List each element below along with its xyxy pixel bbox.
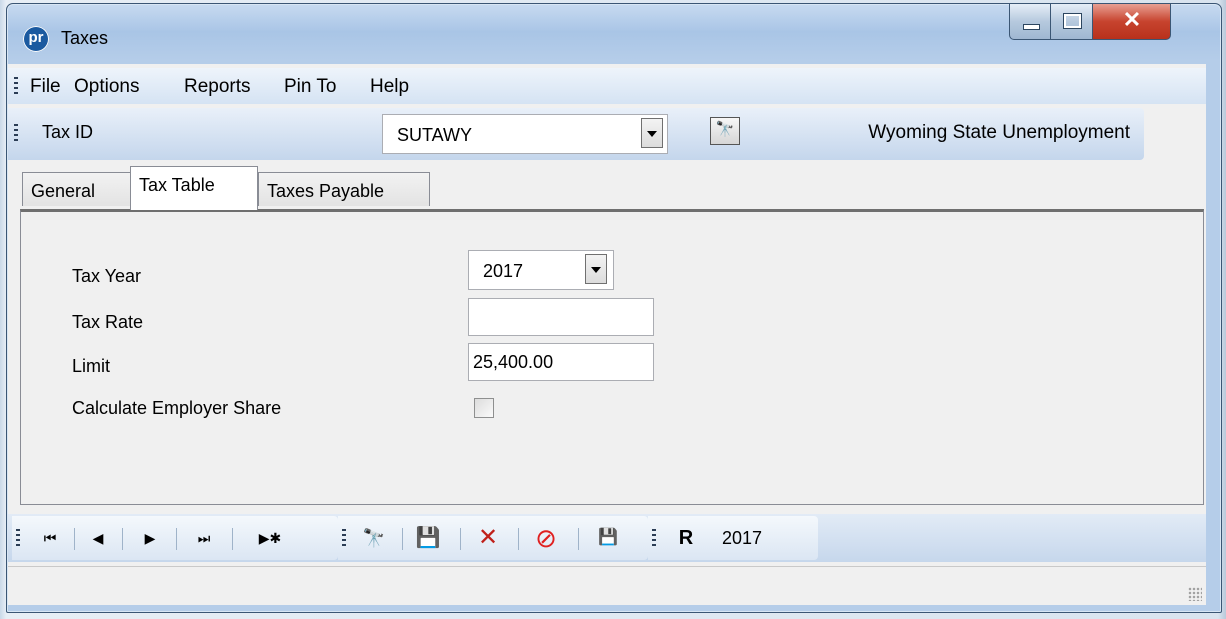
tab-taxes-payable[interactable]: Taxes Payable: [258, 172, 430, 206]
separator: [402, 528, 403, 550]
menu-reports[interactable]: Reports: [184, 76, 251, 98]
status-bar: [8, 566, 1206, 605]
menu-file[interactable]: File: [30, 76, 61, 98]
year-display: 2017: [721, 528, 763, 548]
tax-year-value: 2017: [483, 261, 524, 281]
tax-year-label: Tax Year: [72, 266, 142, 286]
cancel-icon[interactable]: ⊘: [526, 516, 566, 560]
close-icon: ✕: [1122, 7, 1142, 32]
save-icon[interactable]: 💾: [408, 516, 448, 560]
resize-grip-icon[interactable]: [1188, 587, 1202, 601]
last-record-icon[interactable]: ⏭: [184, 516, 224, 560]
tax-rate-label: Tax Rate: [72, 312, 144, 332]
minimize-icon: [1023, 24, 1040, 30]
toolbar-grip-icon[interactable]: [652, 529, 656, 547]
report-year-group: R 2017: [648, 516, 818, 560]
menu-bar: File Options Reports Pin To Help: [8, 68, 1206, 104]
tab-tax-table[interactable]: Tax Table: [130, 166, 258, 210]
previous-record-icon[interactable]: ◀: [78, 516, 118, 560]
next-record-icon[interactable]: ▶: [130, 516, 170, 560]
navigation-toolbar: ⏮ ◀ ▶ ⏭ ▶✱ 🔭 💾 ✕ ⊘ 💾 R 2017: [8, 514, 1206, 562]
employer-share-label: Calculate Employer Share: [72, 398, 282, 418]
menu-help[interactable]: Help: [370, 76, 409, 98]
menu-options[interactable]: Options: [74, 76, 139, 98]
limit-field[interactable]: 25,400.00: [468, 343, 654, 381]
binoculars-search-icon[interactable]: 🔭: [354, 516, 394, 560]
save-and-new-icon[interactable]: 💾: [586, 516, 630, 560]
app-logo-icon: pr: [23, 26, 49, 52]
maximize-icon: [1063, 13, 1082, 29]
report-icon[interactable]: R: [666, 516, 706, 560]
chevron-down-icon[interactable]: [585, 254, 607, 284]
first-record-icon[interactable]: ⏮: [30, 516, 70, 560]
delete-icon[interactable]: ✕: [468, 516, 508, 560]
close-button[interactable]: ✕: [1093, 4, 1171, 40]
separator: [518, 528, 519, 550]
title-bar[interactable]: pr Taxes ✕: [7, 4, 1221, 62]
tab-general[interactable]: General: [22, 172, 132, 206]
record-nav-group: ⏮ ◀ ▶ ⏭ ▶✱: [12, 516, 338, 560]
separator: [578, 528, 579, 550]
new-record-icon[interactable]: ▶✱: [240, 516, 300, 560]
maximize-button[interactable]: [1051, 4, 1093, 40]
menu-grip-icon[interactable]: [14, 77, 18, 95]
employer-share-checkbox[interactable]: [474, 398, 494, 418]
separator: [176, 528, 177, 550]
record-action-group: 🔭 💾 ✕ ⊘ 💾: [338, 516, 648, 560]
tax-rate-field[interactable]: [468, 298, 654, 336]
separator: [460, 528, 461, 550]
window-title: Taxes: [61, 28, 109, 48]
toolbar-grip-icon[interactable]: [16, 529, 20, 547]
limit-label: Limit: [72, 356, 111, 376]
toolbar-grip-icon[interactable]: [342, 529, 346, 547]
minimize-button[interactable]: [1009, 4, 1051, 40]
menu-pin-to[interactable]: Pin To: [284, 76, 336, 98]
separator: [232, 528, 233, 550]
tax-year-combo[interactable]: 2017: [468, 250, 614, 290]
separator: [122, 528, 123, 550]
tax-id-bar: Tax ID SUTAWY 🔭 Wyoming State Unemployme…: [8, 108, 1144, 160]
tax-description: Wyoming State Unemployment: [868, 122, 1130, 143]
separator: [74, 528, 75, 550]
